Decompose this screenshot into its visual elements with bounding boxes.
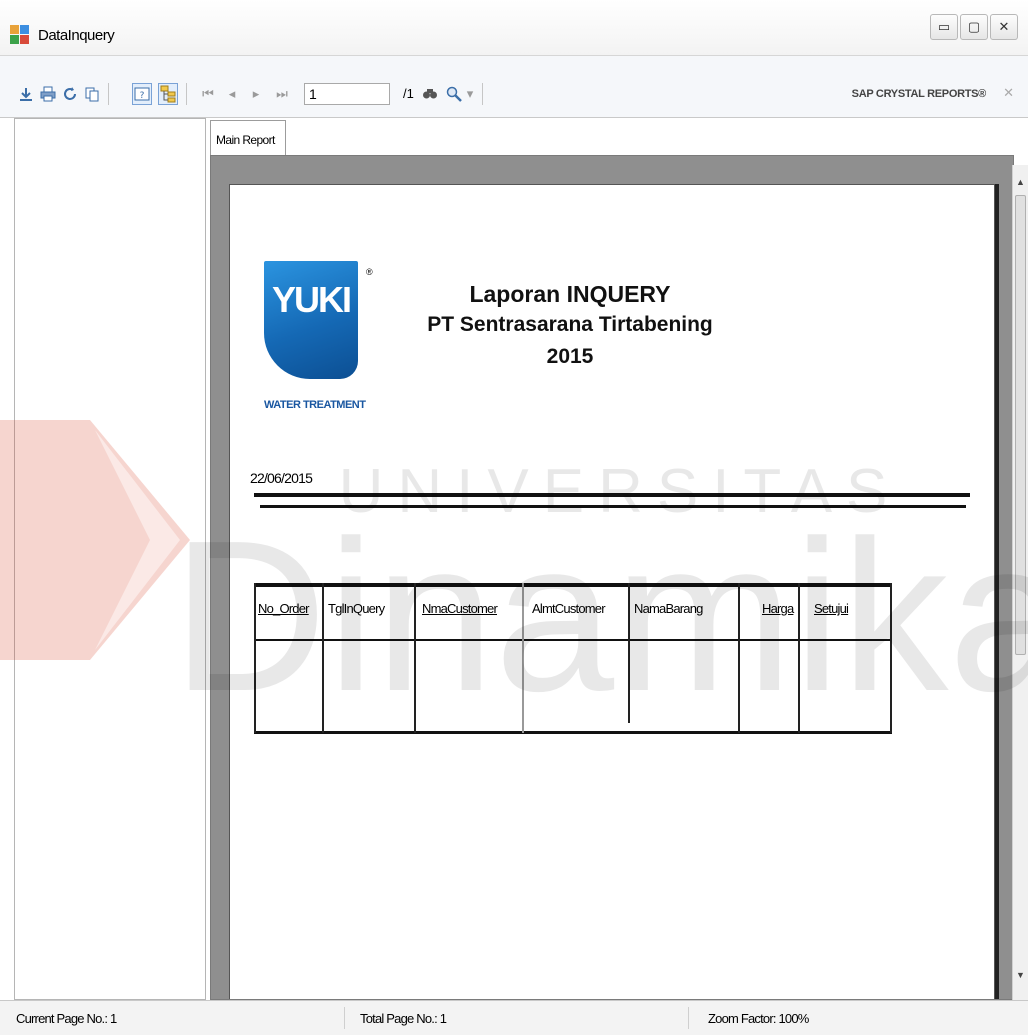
column-header-nmacustomer: NmaCustomer (422, 601, 498, 616)
column-header-harga: Harga (762, 601, 794, 616)
window-controls: ▭ ▢ ✕ (930, 14, 1018, 40)
logo-registered-mark: ® (366, 267, 373, 277)
print-button[interactable] (38, 83, 58, 105)
column-header-almtcustomer: AlmtCustomer (532, 601, 606, 616)
logo-text: YUKI (272, 279, 352, 320)
crystal-reports-brand: SAP CRYSTAL REPORTS® (851, 88, 987, 100)
status-divider (344, 1007, 345, 1029)
zoom-icon (446, 86, 462, 102)
column-header-no-order: No_Order (258, 601, 309, 616)
column-header-setujui: Setujui (814, 601, 849, 616)
report-page: YUKI ® WATER TREATMENT Laporan INQUERY P… (229, 184, 995, 999)
table-col-line (798, 583, 800, 733)
find-button[interactable] (420, 83, 440, 105)
table-col-line (522, 583, 524, 733)
header-rule-top (254, 493, 970, 497)
table-col-line (628, 583, 630, 723)
close-button[interactable]: ✕ (990, 14, 1018, 40)
svg-text:?: ? (140, 91, 145, 101)
zoom-button[interactable] (444, 83, 464, 105)
copy-button[interactable] (82, 83, 102, 105)
scroll-up-icon[interactable]: ▲ (1016, 177, 1025, 187)
export-button[interactable] (16, 83, 36, 105)
table-header-border (254, 639, 892, 641)
total-page-status: Total Page No.: 1 (360, 1011, 447, 1026)
table-top-border (254, 583, 892, 587)
zoom-dropdown-button[interactable]: ▾ (464, 83, 476, 105)
table-col-line (738, 583, 740, 733)
report-toolbar: ? ⏮ ◂ ▸ ⏭ /1 ▾ SAP CRYSTAL REPORTS® ✕ (0, 56, 1028, 118)
refresh-button[interactable] (60, 83, 80, 105)
page-number-input[interactable] (304, 83, 390, 105)
title-bar: DataInquery ▭ ▢ ✕ (0, 0, 1028, 56)
report-date: 22/06/2015 (250, 470, 313, 486)
tab-main-report[interactable]: Main Report (210, 120, 286, 156)
first-page-button[interactable]: ⏮ (198, 83, 218, 105)
report-viewport[interactable]: YUKI ® WATER TREATMENT Laporan INQUERY P… (210, 155, 1014, 1000)
yuki-logo: YUKI (264, 261, 358, 379)
table-col-line (414, 583, 416, 733)
report-year: 2015 (546, 345, 594, 368)
logo-caption: WATER TREATMENT (264, 399, 366, 411)
refresh-icon (64, 87, 76, 100)
maximize-button[interactable]: ▢ (960, 14, 988, 40)
toolbar-separator (108, 83, 109, 105)
print-icon (40, 86, 56, 102)
current-page-status: Current Page No.: 1 (16, 1011, 117, 1026)
chevron-down-icon: ▾ (466, 86, 474, 101)
close-view-icon[interactable]: ✕ (1003, 85, 1014, 101)
scrollbar-thumb[interactable] (1015, 195, 1026, 655)
window-title: DataInquery (38, 27, 115, 44)
export-icon (20, 88, 32, 101)
company-name: PT Sentrasarana Tirtabening (427, 313, 713, 336)
toggle-group-tree-button[interactable] (158, 83, 178, 105)
status-divider (688, 1007, 689, 1029)
table-col-line (254, 583, 256, 733)
toggle-parameter-panel-icon: ? (134, 87, 150, 101)
inquery-table: No_Order TglInQuery NmaCustomer AlmtCust… (254, 583, 892, 734)
report-title: Laporan INQUERY (469, 281, 671, 307)
last-page-button[interactable]: ⏭ (272, 83, 292, 105)
minimize-icon: ▭ (937, 19, 951, 34)
report-vertical-scrollbar[interactable]: ▲ ▼ (1012, 165, 1028, 1000)
last-page-icon: ⏭ (276, 86, 288, 101)
table-col-line (322, 583, 324, 733)
next-page-button[interactable]: ▸ (246, 83, 266, 105)
toolbar-separator (186, 83, 187, 105)
previous-page-icon: ◂ (228, 86, 236, 101)
status-bar: Current Page No.: 1 Total Page No.: 1 Zo… (0, 1000, 1028, 1035)
toggle-group-tree-icon (160, 85, 176, 103)
column-header-tglinquery: TglInQuery (328, 601, 385, 616)
zoom-factor-status: Zoom Factor: 100% (708, 1011, 809, 1026)
page-total-label: /1 (403, 86, 414, 101)
column-header-namabarang: NamaBarang (634, 601, 703, 616)
maximize-icon: ▢ (967, 19, 981, 34)
toolbar-separator (482, 83, 483, 105)
app-icon (10, 25, 30, 45)
table-bottom-border (254, 731, 892, 734)
close-icon: ✕ (998, 19, 1010, 34)
scroll-down-icon[interactable]: ▼ (1016, 970, 1025, 980)
find-icon (423, 89, 437, 99)
first-page-icon: ⏮ (202, 86, 214, 101)
previous-page-button[interactable]: ◂ (222, 83, 242, 105)
next-page-icon: ▸ (252, 86, 260, 101)
table-col-line (890, 583, 892, 733)
copy-icon (85, 87, 99, 102)
minimize-button[interactable]: ▭ (930, 14, 958, 40)
group-tree-panel[interactable] (14, 118, 206, 1000)
toggle-parameter-panel-button[interactable]: ? (132, 83, 152, 105)
header-rule-bottom (260, 505, 966, 508)
